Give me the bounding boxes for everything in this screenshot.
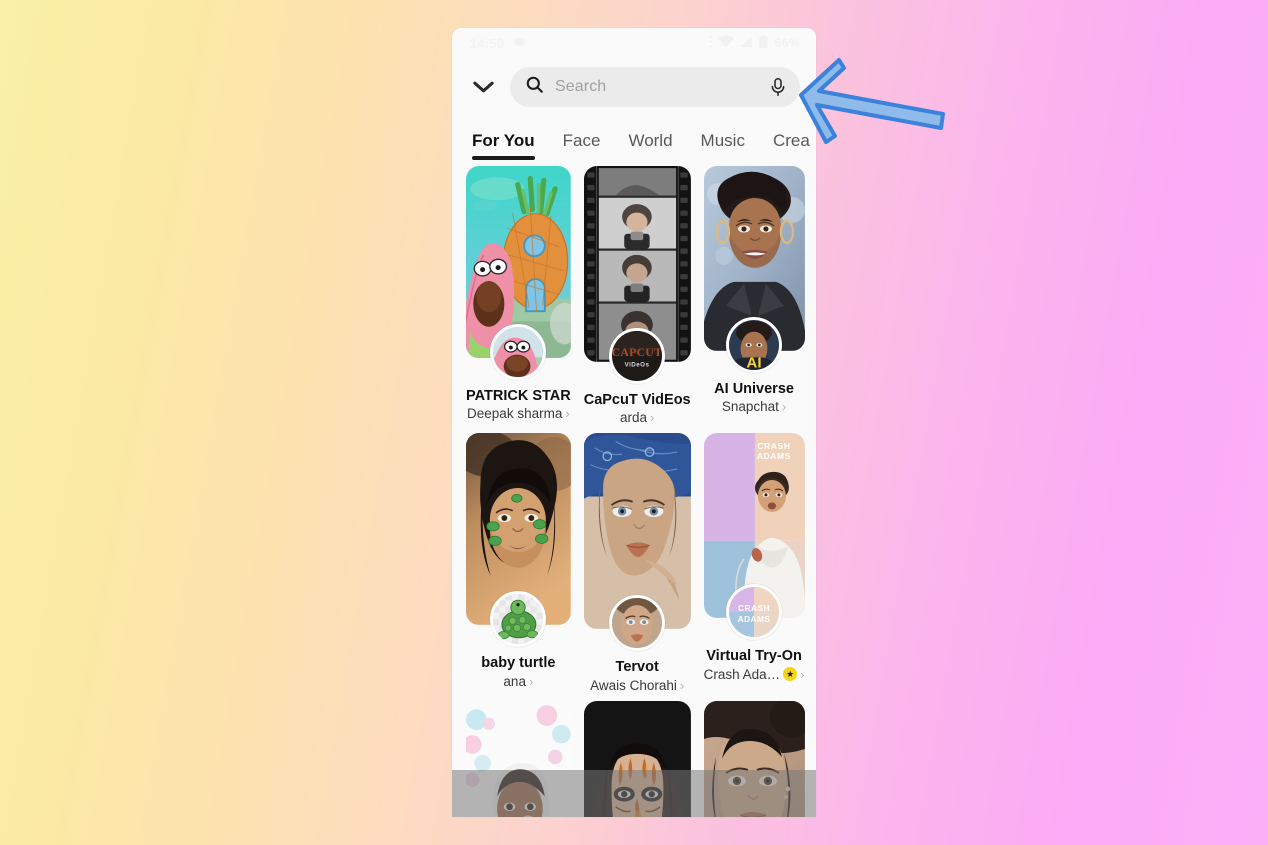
- verified-star-badge: ★: [783, 667, 798, 682]
- baby-turtle-avatar: [490, 591, 547, 648]
- dark-glam-thumbnail: [583, 700, 691, 817]
- lens-title: Tervot: [615, 659, 659, 676]
- svg-text:ADAMS: ADAMS: [738, 614, 771, 624]
- svg-text:CAPCUT: CAPCUT: [612, 346, 662, 359]
- lens-creator-row: Crash Ada… ★ ›: [704, 667, 805, 682]
- status-bar-right: 66%: [708, 35, 800, 52]
- lens-creator: ana: [503, 673, 526, 689]
- lens-grid: PATRICK STAR Deepak sharma › CAPCUT ViDe…: [452, 160, 816, 817]
- lens-card-dark-glam[interactable]: [583, 700, 691, 817]
- patrick-star-avatar: [490, 323, 547, 380]
- status-bar: 14:50 66%: [452, 28, 816, 58]
- lens-title: PATRICK STAR: [466, 387, 571, 404]
- ai-universe-avatar: AI: [726, 316, 783, 373]
- crash-adams-avatar: CRASH ADAMS: [726, 584, 783, 641]
- microphone-icon[interactable]: [769, 77, 787, 97]
- svg-text:ADAMS: ADAMS: [756, 451, 790, 461]
- battery-icon: [758, 35, 769, 52]
- chevron-right-icon: ›: [679, 677, 685, 693]
- chevron-right-icon: ›: [565, 406, 570, 422]
- lens-card-virtual-try-on[interactable]: CRASH ADAMS CRASH ADAMS Virtual Try-On C…: [703, 433, 805, 692]
- status-bar-left: 14:50: [470, 35, 526, 51]
- svg-text:CRASH: CRASH: [738, 603, 770, 613]
- chevron-right-icon: ›: [650, 410, 655, 426]
- lens-thumbnail-wrap: CAPCUT ViDeOs: [583, 166, 691, 384]
- lens-creator-row: Deepak sharma ›: [467, 406, 570, 421]
- wifi-icon: [718, 35, 735, 51]
- signal-icon: [739, 35, 753, 51]
- tab-create[interactable]: Crea: [773, 131, 810, 160]
- lens-thumbnail-wrap: [583, 700, 691, 817]
- lens-thumbnail-wrap: [466, 166, 571, 380]
- status-clock: 14:50: [470, 35, 505, 51]
- lens-card-tervot[interactable]: Tervot Awais Chorahi ›: [583, 433, 691, 693]
- lens-creator-row: Snapchat ›: [722, 399, 786, 414]
- lens-thumbnail-wrap: AI: [703, 166, 805, 373]
- lens-creator-row: arda ›: [620, 410, 654, 425]
- tab-music[interactable]: Music: [701, 131, 745, 160]
- chevron-right-icon: ›: [528, 673, 534, 689]
- lens-creator: Deepak sharma: [467, 406, 563, 422]
- lens-creator: Snapchat: [721, 399, 779, 415]
- svg-text:CRASH: CRASH: [757, 441, 790, 451]
- baby-stitch-filter-thumbnail: [466, 700, 571, 817]
- lens-card-patrick-star[interactable]: PATRICK STAR Deepak sharma ›: [466, 166, 571, 425]
- chevron-right-icon: ›: [781, 399, 787, 415]
- cast-icon: [708, 35, 713, 51]
- svg-text:AI: AI: [746, 354, 761, 370]
- capcut-videos-avatar: CAPCUT ViDeOs: [609, 327, 666, 384]
- tab-world[interactable]: World: [628, 131, 672, 160]
- lens-card-baby-turtle[interactable]: baby turtle ana ›: [466, 433, 571, 692]
- lens-thumbnail-wrap: [703, 700, 805, 817]
- lens-thumbnail-wrap: [583, 433, 691, 652]
- lens-card-baby-stitch-filter[interactable]: Filter: [466, 700, 571, 817]
- vibrate-icon: [513, 35, 526, 51]
- battery-percent: 66%: [774, 36, 800, 50]
- chevron-down-icon[interactable]: [464, 68, 502, 106]
- lens-creator-row: ana ›: [503, 674, 533, 689]
- lens-thumbnail-wrap: CRASH ADAMS CRASH ADAMS: [703, 433, 805, 641]
- lens-card-ai-universe[interactable]: AI AI Universe Snapchat ›: [703, 166, 805, 425]
- pointer-arrow: [799, 58, 945, 144]
- tab-face[interactable]: Face: [563, 131, 601, 160]
- search-header: Search: [452, 58, 816, 116]
- lens-creator: arda: [619, 410, 648, 426]
- search-placeholder: Search: [555, 78, 607, 95]
- phone-screenshot: 14:50 66% Search For You Face World Musi…: [452, 28, 816, 817]
- lens-card-glow-portrait[interactable]: [703, 700, 805, 817]
- tervot-avatar: [609, 595, 666, 652]
- lens-card-capcut-videos[interactable]: CAPCUT ViDeOs CaPcuT VidEos arda ›: [583, 166, 691, 425]
- lens-creator-row: Awais Chorahi ›: [590, 678, 684, 693]
- tab-for-you[interactable]: For You: [472, 131, 535, 160]
- lens-title: baby turtle: [481, 655, 556, 672]
- lens-title: AI Universe: [714, 380, 794, 397]
- glow-portrait-thumbnail: [703, 700, 805, 817]
- search-input[interactable]: Search: [510, 67, 800, 107]
- search-icon: [525, 75, 544, 99]
- lens-thumbnail-wrap: Filter: [466, 700, 571, 817]
- lens-creator: Awais Chorahi: [590, 677, 677, 693]
- chevron-right-icon: ›: [800, 666, 805, 682]
- svg-text:ViDeOs: ViDeOs: [625, 362, 650, 369]
- lens-creator: Crash Ada…: [703, 666, 781, 682]
- lens-thumbnail-wrap: [466, 433, 571, 648]
- lens-title: CaPcuT VidEos: [583, 391, 691, 408]
- lens-title: Virtual Try-On: [706, 648, 802, 665]
- category-tabs: For You Face World Music Crea: [452, 116, 816, 160]
